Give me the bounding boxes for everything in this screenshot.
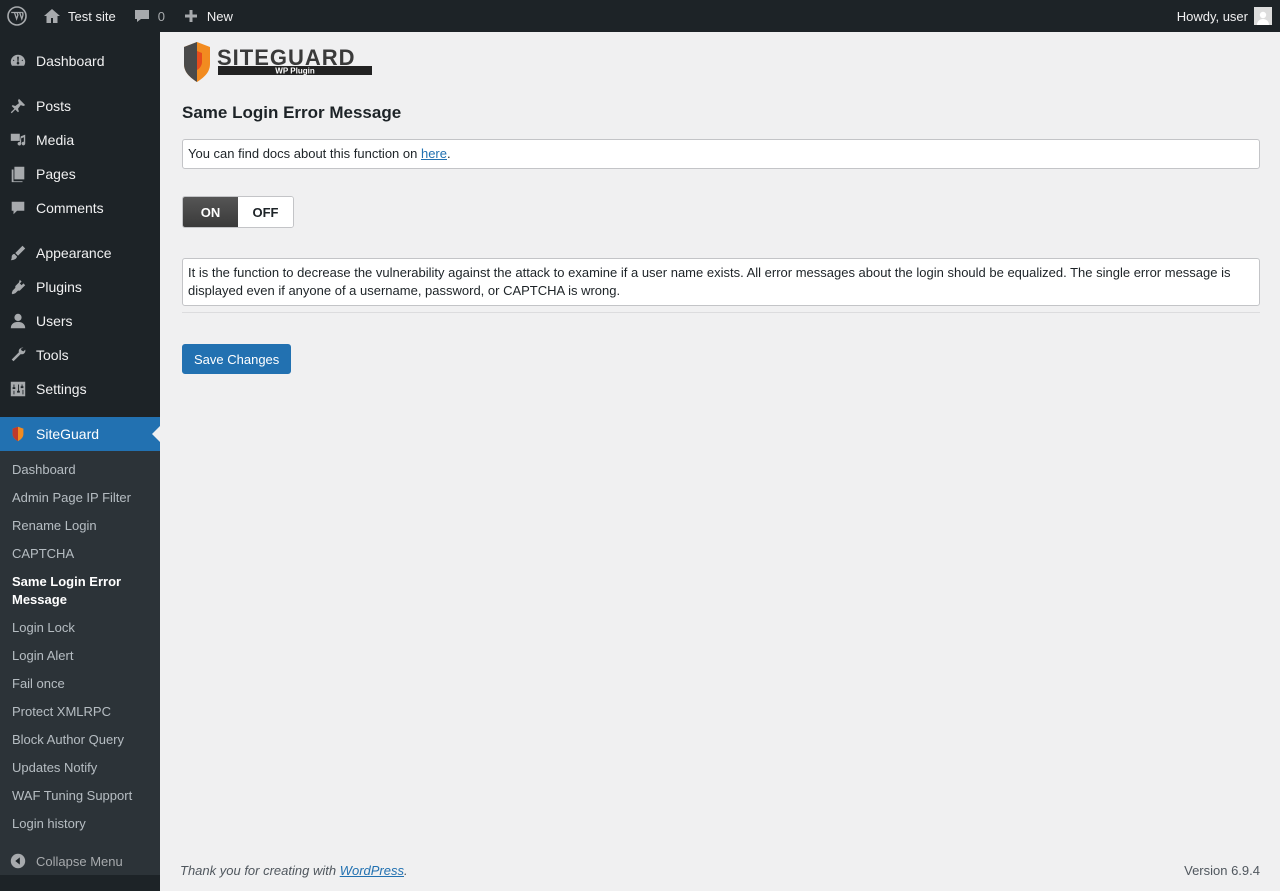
menu-item-settings[interactable]: Settings — [0, 372, 160, 406]
new-content-link[interactable]: New — [173, 0, 241, 32]
submenu-item-login-alert[interactable]: Login Alert — [12, 647, 152, 665]
menu-item-label: Posts — [36, 98, 72, 114]
submenu-item-updates-notify[interactable]: Updates Notify — [12, 759, 152, 777]
comments-link[interactable]: 0 — [124, 0, 173, 32]
submenu-item-block-author-query[interactable]: Block Author Query — [12, 731, 152, 749]
logo-tagline: WP Plugin — [275, 67, 315, 76]
comments-count: 0 — [157, 8, 165, 24]
docs-link[interactable]: here — [421, 146, 447, 161]
docs-prefix: You can find docs about this function on — [188, 146, 421, 161]
submenu-item-rename-login[interactable]: Rename Login — [12, 517, 152, 535]
pin-icon — [0, 97, 36, 115]
menu-item-label: Dashboard — [36, 53, 105, 69]
submenu-item-fail-once[interactable]: Fail once — [12, 675, 152, 693]
collapse-arrow-icon — [0, 852, 36, 870]
section-divider — [182, 312, 1260, 313]
new-label: New — [206, 8, 233, 24]
collapse-menu-button[interactable]: Collapse Menu — [0, 850, 160, 872]
menu-item-siteguard[interactable]: SiteGuard — [0, 417, 160, 451]
menu-item-comments[interactable]: Comments — [0, 191, 160, 225]
submenu-item-captcha[interactable]: CAPTCHA — [12, 545, 152, 563]
menu-item-label: Tools — [36, 347, 69, 363]
howdy-text: Howdy, user — [1176, 8, 1248, 24]
dashboard-icon — [0, 52, 36, 70]
menu-item-label: Media — [36, 132, 75, 148]
submenu-item-login-history[interactable]: Login history — [12, 815, 152, 833]
wordpress-icon — [7, 6, 27, 26]
comment-icon — [132, 6, 152, 26]
submenu-item-waf-tuning-support[interactable]: WAF Tuning Support — [12, 787, 152, 805]
wordpress-logo-menu[interactable] — [0, 0, 34, 32]
description-text: It is the function to decrease the vulne… — [188, 265, 1231, 298]
docs-suffix: . — [447, 146, 451, 161]
menu-item-plugins[interactable]: Plugins — [0, 270, 160, 304]
siteguard-submenu: Dashboard Admin Page IP Filter Rename Lo… — [0, 451, 160, 875]
admin-sidebar: Dashboard Posts Media Pages Comments App… — [0, 32, 160, 891]
menu-item-pages[interactable]: Pages — [0, 157, 160, 191]
sliders-icon — [0, 380, 36, 398]
siteguard-logo: SITEGUARD WP Plugin — [182, 41, 374, 83]
footer-version: Version 6.9.4 — [1184, 863, 1260, 878]
my-account-menu[interactable]: Howdy, user — [1177, 7, 1280, 25]
avatar — [1254, 7, 1272, 25]
footer-thanks-prefix: Thank you for creating with — [180, 863, 340, 878]
menu-item-label: Settings — [36, 381, 87, 397]
menu-item-users[interactable]: Users — [0, 304, 160, 338]
submenu-item-same-login-error-message[interactable]: Same Login Error Message — [12, 573, 132, 609]
toggle-on-option[interactable]: ON — [183, 197, 238, 227]
site-name-link[interactable]: Test site — [34, 0, 124, 32]
feature-toggle[interactable]: ON OFF — [182, 196, 294, 228]
menu-item-label: Plugins — [36, 279, 82, 295]
footer-thanks: Thank you for creating with WordPress. — [180, 863, 408, 878]
docs-notice: You can find docs about this function on… — [182, 139, 1260, 169]
site-name: Test site — [68, 8, 116, 24]
menu-item-label: Comments — [36, 200, 104, 216]
submenu-item-admin-page-ip-filter[interactable]: Admin Page IP Filter — [12, 489, 152, 507]
siteguard-shield-icon — [0, 425, 36, 443]
menu-item-dashboard[interactable]: Dashboard — [0, 44, 160, 78]
pages-icon — [0, 165, 36, 183]
main-content: SITEGUARD WP Plugin Same Login Error Mes… — [160, 32, 1280, 891]
submenu-item-protect-xmlrpc[interactable]: Protect XMLRPC — [12, 703, 152, 721]
toggle-off-option[interactable]: OFF — [238, 197, 293, 227]
menu-item-label: Appearance — [36, 245, 112, 261]
save-changes-button[interactable]: Save Changes — [182, 344, 292, 374]
menu-item-posts[interactable]: Posts — [0, 89, 160, 123]
menu-item-label: Pages — [36, 166, 76, 182]
submenu-item-login-lock[interactable]: Login Lock — [12, 619, 152, 637]
home-icon — [42, 6, 62, 26]
menu-item-label: Users — [36, 313, 73, 329]
menu-item-label: SiteGuard — [36, 426, 100, 442]
brush-icon — [0, 244, 36, 262]
comment-icon — [0, 199, 36, 217]
menu-item-media[interactable]: Media — [0, 123, 160, 157]
collapse-menu-label: Collapse Menu — [36, 853, 123, 869]
wordpress-link[interactable]: WordPress — [340, 863, 404, 878]
user-icon — [0, 312, 36, 330]
media-icon — [0, 131, 36, 149]
page-title: Same Login Error Message — [182, 103, 402, 122]
plus-icon — [181, 6, 201, 26]
submenu-item-dashboard[interactable]: Dashboard — [12, 461, 152, 479]
plug-icon — [0, 278, 36, 296]
admin-bar: Test site 0 New Howdy, user — [0, 0, 1280, 32]
menu-item-tools[interactable]: Tools — [0, 338, 160, 372]
footer-thanks-suffix: . — [404, 863, 408, 878]
menu-item-appearance[interactable]: Appearance — [0, 236, 160, 270]
description-box: It is the function to decrease the vulne… — [182, 258, 1260, 306]
current-menu-arrow — [152, 426, 160, 442]
wrench-icon — [0, 346, 36, 364]
